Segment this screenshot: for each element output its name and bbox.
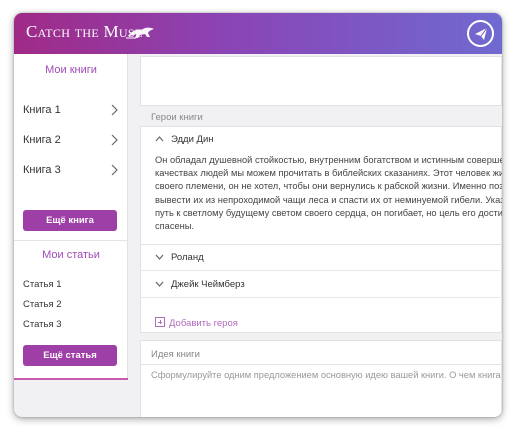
chevron-down-icon [155,281,164,287]
heroes-panel: Эдди Дин Он обладал душевной стойкостью,… [140,126,502,333]
hero-name: Джейк Чеймберз [171,279,245,290]
app-header: Catch the Muse [14,13,502,54]
add-book-button[interactable]: Ещё книга [23,210,117,231]
book-label: Книга 2 [23,134,61,146]
app-window: Catch the Muse Мои книги Книга 1 Книга 2… [14,13,502,417]
book-label: Книга 3 [23,164,61,176]
chevron-right-icon [111,134,118,146]
plus-square-icon [155,317,165,327]
sidebar-item-book-3[interactable]: Книга 3 [23,161,119,181]
sidebar-item-article-1[interactable]: Статья 1 [23,279,62,290]
sidebar-item-article-3[interactable]: Статья 3 [23,319,62,330]
hero-name: Эдди Дин [171,134,214,145]
hero-description-line: вывести их из непроходимой чащи леса и с… [155,194,502,205]
articles-section-title: Мои статьи [42,249,100,261]
idea-input[interactable]: Сформулируйте одним предложением основну… [151,370,501,380]
sidebar-item-article-2[interactable]: Статья 2 [23,299,62,310]
add-hero-label: Добавить героя [169,318,238,329]
idea-divider [141,364,502,365]
hero-row-roland[interactable]: Роланд [141,245,502,271]
hero-description-line: Он обладал душевной стойкостью, внутренн… [155,155,502,165]
add-hero-button[interactable]: Добавить героя [155,317,238,329]
hero-row-expanded[interactable]: Эдди Дин [141,127,502,153]
paper-plane-icon [474,27,487,40]
books-section-title: Мои книги [45,64,97,76]
book-label: Книга 1 [23,104,61,116]
hero-description-line: своего племени, он не хотел, чтобы они в… [155,181,502,192]
send-button[interactable] [467,20,494,47]
muse-logo-icon [126,27,154,39]
hero-row-jake[interactable]: Джейк Чеймберз [141,272,502,298]
heroes-section-title: Герои книги [151,112,203,123]
sidebar-divider [14,240,128,241]
idea-section-title: Идея книги [151,349,200,360]
chevron-right-icon [111,164,118,176]
sidebar-item-book-1[interactable]: Книга 1 [23,101,119,121]
hero-description-line: качествах людей мы можем прочитать в биб… [155,168,502,179]
previous-section-card [140,56,502,106]
hero-description-line: путь к светлому будущему светом своего с… [155,207,502,218]
chevron-up-icon [155,136,164,142]
hero-name: Роланд [171,252,204,263]
sidebar: Мои книги Книга 1 Книга 2 Книга 3 Ещё кн… [14,54,128,378]
chevron-right-icon [111,104,118,116]
hero-description[interactable]: Он обладал душевной стойкостью, внутренн… [155,154,502,233]
chevron-down-icon [155,254,164,260]
sidebar-item-book-2[interactable]: Книга 2 [23,131,119,151]
hero-description-line: спасены. [155,221,195,232]
idea-panel: Идея книги Сформулируйте одним предложен… [140,340,502,417]
add-article-button[interactable]: Ещё статья [23,345,117,366]
sidebar-accent-line [14,378,128,380]
